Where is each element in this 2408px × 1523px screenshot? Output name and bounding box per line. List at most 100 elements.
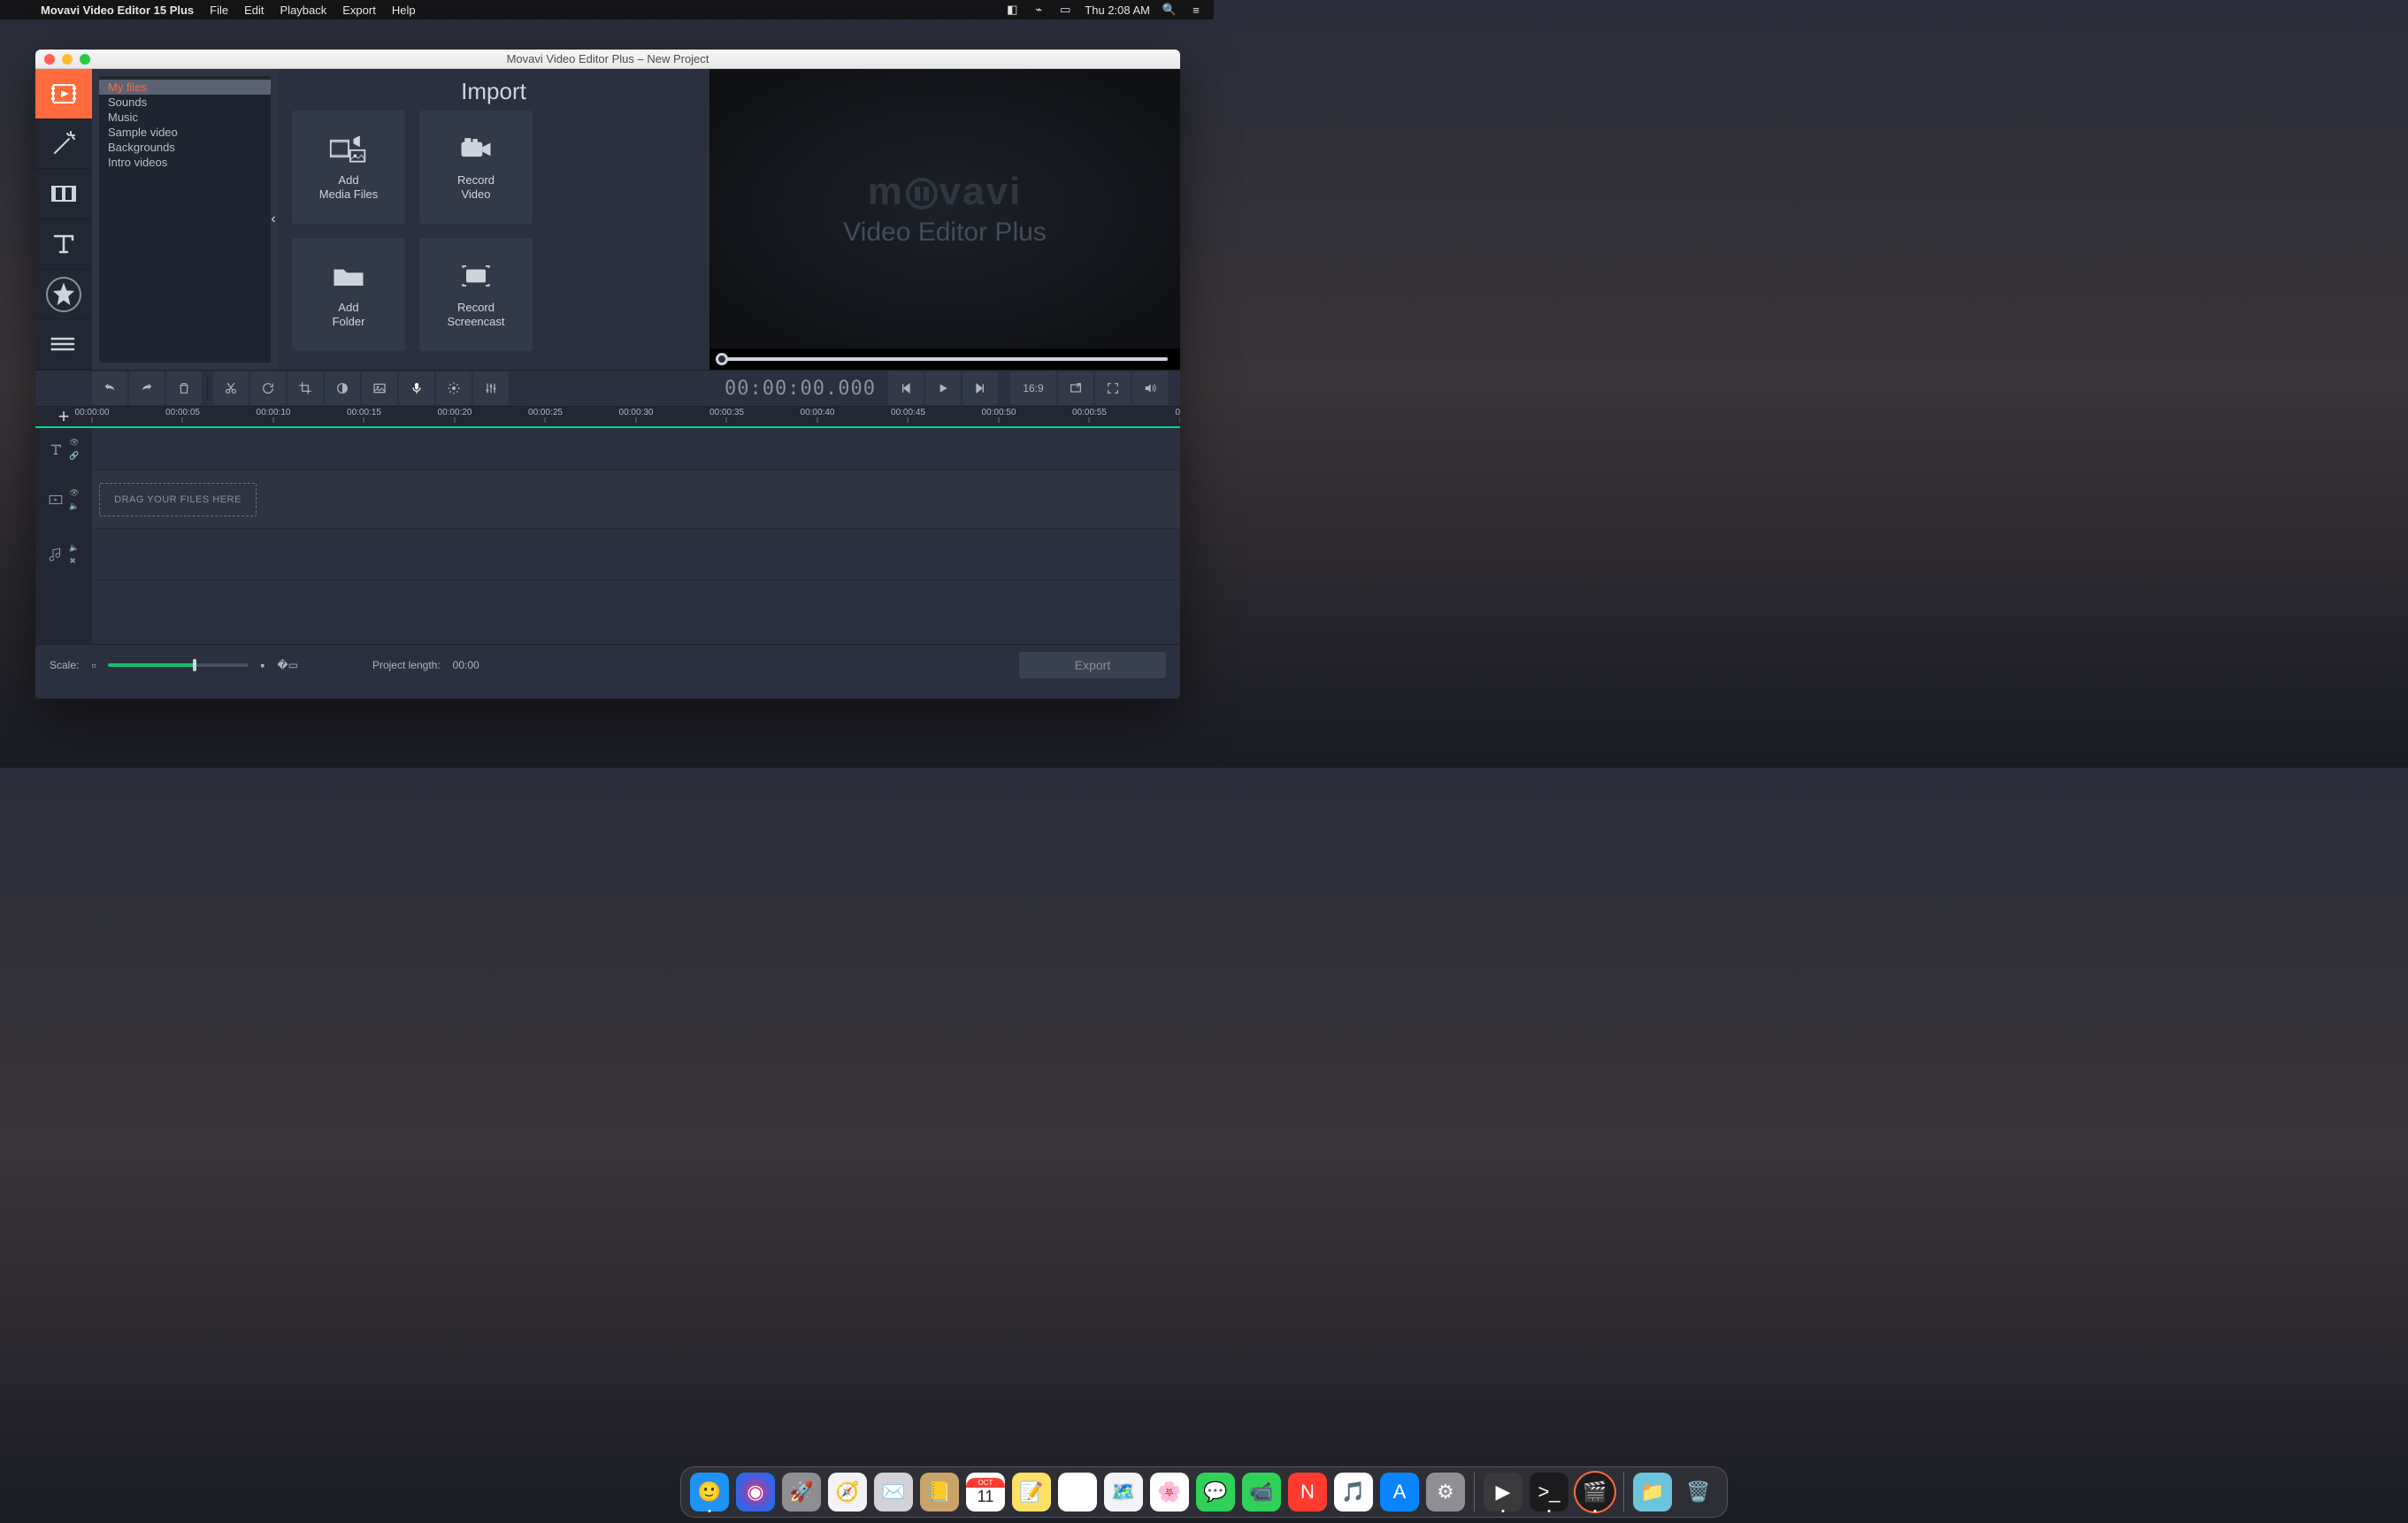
ruler-mark: 00:00:40: [801, 407, 835, 423]
apple-icon[interactable]: [11, 3, 25, 17]
redo-button[interactable]: [129, 371, 165, 405]
picture-button[interactable]: [362, 371, 397, 405]
video-track[interactable]: 👁 🔈 DRAG YOUR FILES HERE: [35, 471, 1180, 529]
dock-facetime[interactable]: 📹: [1242, 1473, 1281, 1512]
dock-terminal[interactable]: >_: [1530, 1473, 1568, 1512]
tab-import[interactable]: [35, 69, 92, 119]
dock-contacts[interactable]: 📒: [920, 1473, 959, 1512]
menu-playback[interactable]: Playback: [280, 4, 327, 17]
folder-icon: [329, 260, 368, 292]
prev-frame-button[interactable]: [888, 371, 924, 405]
zoom-thumb[interactable]: [193, 659, 196, 671]
menu-file[interactable]: File: [210, 4, 228, 17]
dock-finder[interactable]: 🙂: [690, 1473, 729, 1512]
project-length-label: Project length:: [372, 659, 441, 671]
play-button[interactable]: [925, 371, 961, 405]
drop-files-zone[interactable]: DRAG YOUR FILES HERE: [99, 483, 257, 517]
zoom-in-icon[interactable]: ▪: [260, 658, 265, 672]
dock-appstore[interactable]: A: [1380, 1473, 1419, 1512]
zoom-out-icon[interactable]: ▫: [91, 658, 96, 672]
dock-mail[interactable]: ✉️: [874, 1473, 913, 1512]
spotlight-icon[interactable]: 🔍: [1162, 3, 1177, 17]
tab-titles[interactable]: [35, 219, 92, 270]
add-media-files-button[interactable]: AddMedia Files: [292, 111, 405, 224]
crop-button[interactable]: [288, 371, 323, 405]
mute-toggle-icon[interactable]: 🔈: [69, 501, 79, 511]
sidebar-item-my-files[interactable]: My files: [99, 80, 271, 95]
record-video-button[interactable]: RecordVideo: [419, 111, 533, 224]
airplay-icon[interactable]: ▭: [1058, 3, 1072, 17]
aspect-ratio-button[interactable]: 16:9: [1010, 371, 1056, 405]
import-area: Import AddMedia Files RecordVideo AddFol…: [278, 69, 709, 370]
dock-movavi[interactable]: 🎬: [1576, 1473, 1614, 1512]
running-indicator: [1548, 1510, 1551, 1512]
running-indicator: [1594, 1510, 1597, 1512]
dock-trash[interactable]: 🗑️: [1679, 1473, 1718, 1512]
preview-pane: mvavi Video Editor Plus: [709, 69, 1180, 370]
clip-properties-button[interactable]: [436, 371, 472, 405]
dock-launchpad[interactable]: 🚀: [782, 1473, 821, 1512]
microphone-button[interactable]: [399, 371, 434, 405]
visibility-toggle-icon[interactable]: 👁: [69, 488, 79, 498]
menu-help[interactable]: Help: [392, 4, 416, 17]
record-screencast-button[interactable]: RecordScreencast: [419, 238, 533, 351]
dock-reminders[interactable]: ☑︎: [1058, 1473, 1097, 1512]
rotate-button[interactable]: [250, 371, 286, 405]
visibility-toggle-icon[interactable]: 👁: [69, 438, 79, 448]
dock-safari[interactable]: 🧭: [828, 1473, 867, 1512]
add-folder-button[interactable]: AddFolder: [292, 238, 405, 351]
dock-notes[interactable]: 📝: [1012, 1473, 1051, 1512]
sidebar-item-backgrounds[interactable]: Backgrounds: [99, 140, 271, 155]
preview-scrubber[interactable]: [709, 348, 1180, 370]
sidebar-item-intro-videos[interactable]: Intro videos: [99, 155, 271, 170]
next-frame-button[interactable]: [962, 371, 998, 405]
scale-label: Scale:: [50, 659, 79, 671]
lock-toggle-icon[interactable]: ✖: [69, 556, 79, 566]
tab-more[interactable]: [35, 319, 92, 370]
menu-edit[interactable]: Edit: [244, 4, 264, 17]
menubar-app-name[interactable]: Movavi Video Editor 15 Plus: [41, 4, 194, 17]
tab-filters[interactable]: [35, 119, 92, 170]
dock-siri[interactable]: ◉: [736, 1473, 775, 1512]
control-center-icon[interactable]: ≡: [1189, 3, 1203, 17]
audio-track[interactable]: 🔈✖: [35, 529, 1180, 580]
keyboard-icon[interactable]: ⌁: [1031, 3, 1046, 17]
sidebar-item-sounds[interactable]: Sounds: [99, 95, 271, 110]
mute-toggle-icon[interactable]: 🔈: [69, 543, 79, 553]
link-toggle-icon[interactable]: 🔗: [69, 451, 79, 461]
detach-preview-button[interactable]: [1058, 371, 1093, 405]
dock-news[interactable]: N: [1288, 1473, 1327, 1512]
equalizer-button[interactable]: [473, 371, 509, 405]
sidebar-item-music[interactable]: Music: [99, 110, 271, 125]
dock-settings[interactable]: ⚙︎: [1426, 1473, 1465, 1512]
zoom-slider[interactable]: [108, 663, 248, 667]
dock-downloads[interactable]: 📁: [1633, 1473, 1672, 1512]
fullscreen-button[interactable]: [1095, 371, 1131, 405]
undo-button[interactable]: [92, 371, 127, 405]
tab-stickers[interactable]: [35, 270, 92, 320]
color-adjust-button[interactable]: [325, 371, 360, 405]
delete-button[interactable]: [166, 371, 202, 405]
ruler-mark: 00:00:00: [75, 407, 110, 423]
notification-icon[interactable]: ◧: [1005, 3, 1019, 17]
dock-maps[interactable]: 🗺️: [1104, 1473, 1143, 1512]
scrub-thumb[interactable]: [716, 353, 728, 365]
dock-quicktime[interactable]: ▶︎: [1484, 1473, 1522, 1512]
menubar-datetime[interactable]: Thu 2:08 AM: [1085, 4, 1150, 17]
dock-calendar[interactable]: OCT11: [966, 1473, 1005, 1512]
window-titlebar[interactable]: Movavi Video Editor Plus – New Project: [35, 50, 1180, 69]
collapse-side-panel-button[interactable]: ‹: [268, 206, 279, 233]
cut-button[interactable]: [213, 371, 249, 405]
dock-itunes[interactable]: 🎵: [1334, 1473, 1373, 1512]
dock-photos[interactable]: 🌸: [1150, 1473, 1189, 1512]
menu-export[interactable]: Export: [342, 4, 376, 17]
dock-messages[interactable]: 💬: [1196, 1473, 1235, 1512]
volume-button[interactable]: [1132, 371, 1168, 405]
sidebar-item-sample-video[interactable]: Sample video: [99, 125, 271, 140]
timeline-ruler[interactable]: + 00:00:0000:00:0500:00:1000:00:1500:00:…: [35, 407, 1180, 428]
add-media-files-label: AddMedia Files: [319, 173, 378, 201]
fit-timeline-icon[interactable]: �▭: [277, 659, 298, 671]
title-track[interactable]: 👁🔗: [35, 428, 1180, 471]
export-button[interactable]: Export: [1019, 652, 1166, 678]
tab-transitions[interactable]: [35, 169, 92, 219]
